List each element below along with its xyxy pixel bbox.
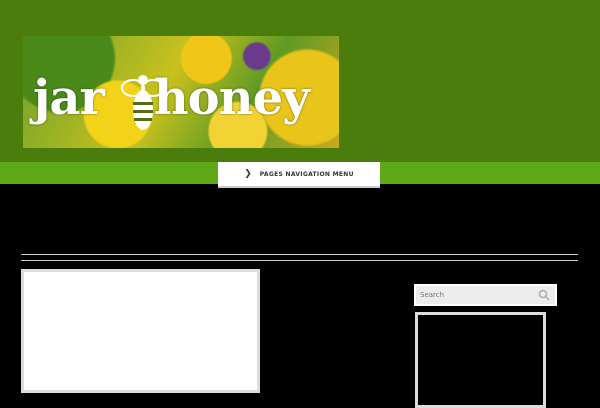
search-input[interactable] bbox=[420, 288, 535, 302]
bee-icon bbox=[121, 75, 165, 130]
logo-text-left: jar bbox=[33, 70, 105, 126]
menu-label: PAGES NAVIGATION MENU bbox=[259, 170, 354, 178]
chevron-down-icon: ❯ bbox=[244, 169, 252, 179]
site-logo: jar honey bbox=[33, 74, 310, 122]
content-divider bbox=[21, 254, 578, 261]
post-content-box bbox=[21, 269, 260, 393]
header-banner[interactable]: jar honey bbox=[23, 36, 339, 148]
search-icon[interactable] bbox=[538, 289, 550, 301]
pages-navigation-menu-button[interactable]: ❯ PAGES NAVIGATION MENU bbox=[218, 162, 380, 188]
sidebar-search bbox=[414, 284, 557, 306]
logo-text-right: honey bbox=[153, 70, 310, 126]
sidebar-widget bbox=[415, 312, 546, 408]
site-header: jar honey bbox=[0, 0, 600, 162]
